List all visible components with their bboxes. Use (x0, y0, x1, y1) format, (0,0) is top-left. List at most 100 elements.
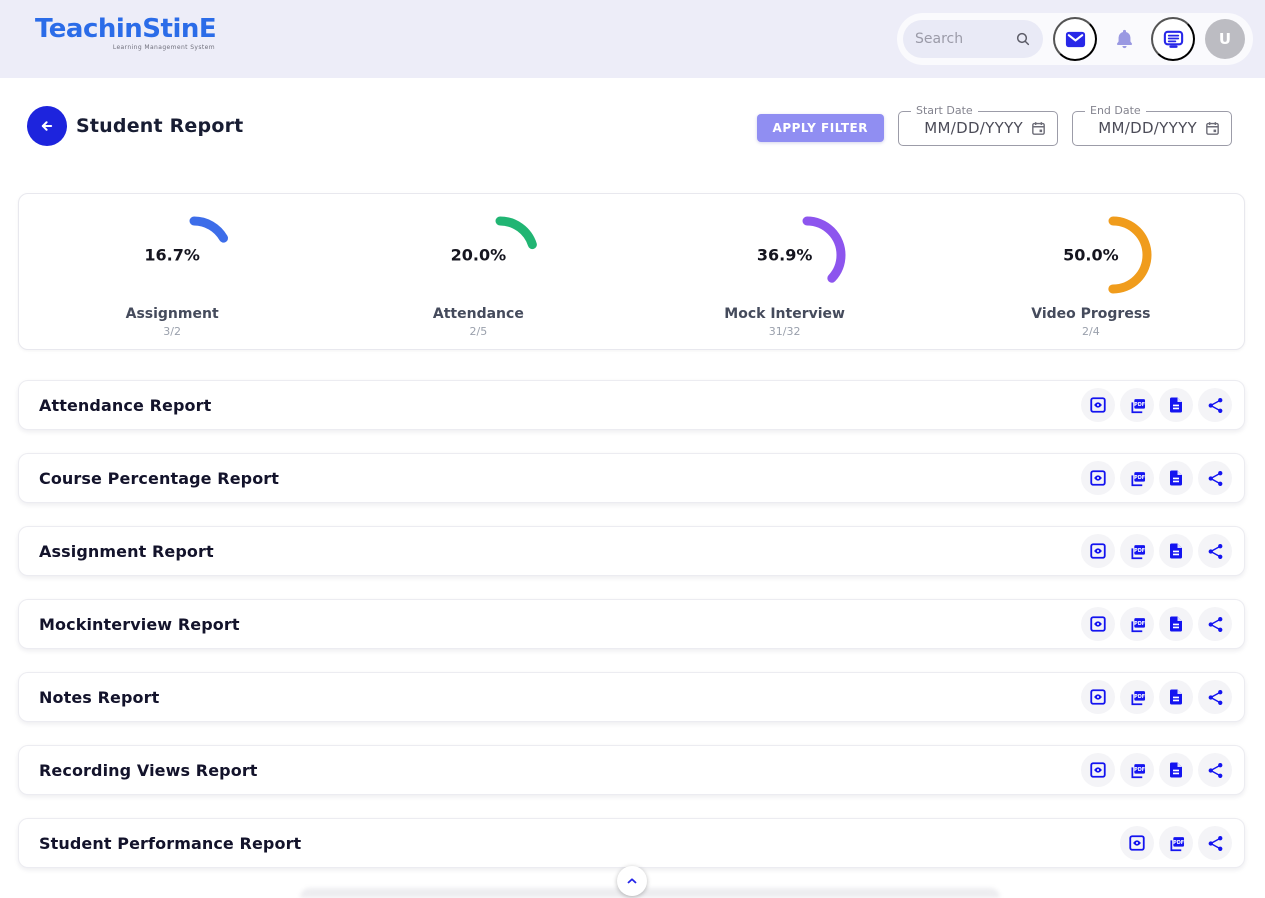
summary-label: Assignment (19, 306, 325, 322)
start-date-label: Start Date (911, 104, 978, 117)
summary-ratio: 2/5 (325, 325, 631, 338)
end-date-value: MM/DD/YYYY (1098, 119, 1197, 137)
pdf-icon: PDF (1128, 761, 1147, 780)
summary-label: Video Progress (938, 306, 1244, 322)
apply-filter-button[interactable]: APPLY FILTER (757, 114, 884, 142)
gauge-percent: 20.0% (451, 246, 507, 265)
download-pdf-button[interactable]: PDF (1120, 534, 1154, 568)
preview-eye-icon (1128, 834, 1146, 852)
calendar-icon[interactable] (1204, 120, 1221, 137)
notifications-button[interactable] (1107, 28, 1141, 51)
back-button[interactable] (27, 106, 67, 146)
preview-button[interactable] (1081, 461, 1115, 495)
preview-button[interactable] (1081, 753, 1115, 787)
report-list: Attendance Report PDF Course Percentage … (18, 380, 1245, 868)
chevron-up-icon (625, 874, 639, 888)
share-button[interactable] (1198, 388, 1232, 422)
report-title: Student Performance Report (39, 834, 301, 853)
report-title: Mockinterview Report (39, 615, 240, 634)
svg-text:PDF: PDF (1173, 840, 1184, 846)
end-date-field[interactable]: End Date MM/DD/YYYY (1072, 111, 1232, 146)
preview-button[interactable] (1120, 826, 1154, 860)
download-document-button[interactable] (1159, 753, 1193, 787)
bell-icon (1113, 28, 1136, 51)
report-row-mockinterview[interactable]: Mockinterview Report PDF (18, 599, 1245, 649)
summary-ratio: 31/32 (632, 325, 938, 338)
share-icon (1206, 688, 1225, 707)
row-actions: PDF (1081, 680, 1232, 714)
header-toolbar: U (897, 13, 1253, 65)
document-icon (1167, 615, 1185, 633)
start-date-value: MM/DD/YYYY (924, 119, 1023, 137)
share-button[interactable] (1198, 607, 1232, 641)
report-row-course-percentage[interactable]: Course Percentage Report PDF (18, 453, 1245, 503)
download-document-button[interactable] (1159, 461, 1193, 495)
app-logo[interactable]: TeachinStinE Learning Management System (35, 16, 215, 51)
share-button[interactable] (1198, 826, 1232, 860)
report-row-student-performance[interactable]: Student Performance Report PDF (18, 818, 1245, 868)
document-icon (1167, 469, 1185, 487)
pdf-icon: PDF (1128, 469, 1147, 488)
row-actions: PDF (1081, 607, 1232, 641)
app-logo-subtitle: Learning Management System (35, 44, 215, 51)
document-icon (1167, 761, 1185, 779)
preview-button[interactable] (1081, 680, 1115, 714)
summary-label: Mock Interview (632, 306, 938, 322)
share-button[interactable] (1198, 680, 1232, 714)
app-header: TeachinStinE Learning Management System (0, 0, 1265, 78)
attendance-gauge: 20.0% (325, 208, 631, 302)
summary-cell-assignment: 16.7% Assignment 3/2 (19, 208, 325, 349)
gauge-percent: 36.9% (757, 246, 813, 265)
download-pdf-button[interactable]: PDF (1120, 388, 1154, 422)
download-pdf-button[interactable]: PDF (1120, 461, 1154, 495)
gauge-percent: 16.7% (144, 246, 200, 265)
preview-button[interactable] (1081, 534, 1115, 568)
share-icon (1206, 615, 1225, 634)
download-pdf-button[interactable]: PDF (1120, 607, 1154, 641)
start-date-field[interactable]: Start Date MM/DD/YYYY (898, 111, 1058, 146)
row-actions: PDF (1120, 826, 1232, 860)
search-input[interactable] (915, 31, 1009, 47)
preview-eye-icon (1089, 542, 1107, 560)
report-row-attendance[interactable]: Attendance Report PDF (18, 380, 1245, 430)
report-row-assignment[interactable]: Assignment Report PDF (18, 526, 1245, 576)
mail-icon (1064, 28, 1087, 51)
calendar-icon[interactable] (1030, 120, 1047, 137)
summary-cell-mock-interview: 36.9% Mock Interview 31/32 (632, 208, 938, 349)
preview-button[interactable] (1081, 607, 1115, 641)
download-pdf-button[interactable]: PDF (1159, 826, 1193, 860)
download-document-button[interactable] (1159, 534, 1193, 568)
svg-text:PDF: PDF (1134, 548, 1145, 554)
user-avatar[interactable]: U (1205, 19, 1245, 59)
svg-text:PDF: PDF (1134, 621, 1145, 627)
forum-button[interactable] (1151, 17, 1195, 61)
download-pdf-button[interactable]: PDF (1120, 753, 1154, 787)
report-title: Notes Report (39, 688, 159, 707)
download-document-button[interactable] (1159, 607, 1193, 641)
summary-card: 16.7% Assignment 3/2 20.0% Attendance 2/… (18, 193, 1245, 350)
report-title: Course Percentage Report (39, 469, 279, 488)
row-actions: PDF (1081, 753, 1232, 787)
svg-text:PDF: PDF (1134, 694, 1145, 700)
share-button[interactable] (1198, 534, 1232, 568)
share-button[interactable] (1198, 753, 1232, 787)
svg-text:PDF: PDF (1134, 767, 1145, 773)
student-report-page: TeachinStinE Learning Management System (0, 0, 1265, 896)
report-row-notes[interactable]: Notes Report PDF (18, 672, 1245, 722)
preview-button[interactable] (1081, 388, 1115, 422)
summary-ratio: 3/2 (19, 325, 325, 338)
summary-label: Attendance (325, 306, 631, 322)
report-row-recording-views[interactable]: Recording Views Report PDF (18, 745, 1245, 795)
download-pdf-button[interactable]: PDF (1120, 680, 1154, 714)
share-button[interactable] (1198, 461, 1232, 495)
scroll-top-button[interactable] (617, 866, 647, 896)
search-icon (1015, 31, 1031, 47)
mail-button[interactable] (1053, 17, 1097, 61)
document-icon (1167, 542, 1185, 560)
title-bar: Student Report APPLY FILTER Start Date M… (0, 104, 1265, 152)
download-document-button[interactable] (1159, 388, 1193, 422)
download-document-button[interactable] (1159, 680, 1193, 714)
share-icon (1206, 834, 1225, 853)
summary-cell-video-progress: 50.0% Video Progress 2/4 (938, 208, 1244, 349)
search-box[interactable] (903, 20, 1043, 58)
